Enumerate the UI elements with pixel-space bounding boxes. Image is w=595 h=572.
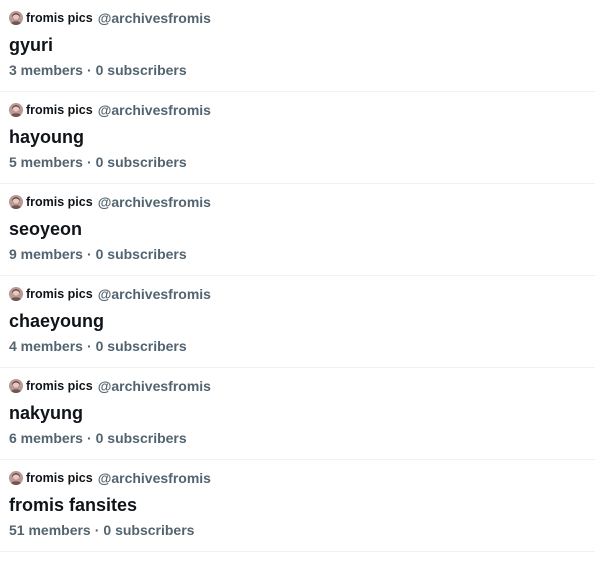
avatar-icon[interactable] [9,195,23,209]
owner-handle[interactable]: @archivesfromis [98,102,211,118]
subscribers-count: 0 subscribers [95,338,187,354]
list-owner: fromis pics @archivesfromis [9,10,595,26]
members-count: 9 members [9,246,83,262]
list-item[interactable]: fromis pics @archivesfromis gyuri 3 memb… [0,0,595,92]
members-count: 6 members [9,430,83,446]
list-item[interactable]: fromis pics @archivesfromis fromis fansi… [0,460,595,552]
avatar-icon[interactable] [9,471,23,485]
separator-dot: · [86,246,92,262]
members-count: 5 members [9,154,83,170]
lists-list: fromis pics @archivesfromis gyuri 3 memb… [0,0,595,552]
list-owner: fromis pics @archivesfromis [9,470,595,486]
members-count: 4 members [9,338,83,354]
owner-handle[interactable]: @archivesfromis [98,194,211,210]
list-name[interactable]: gyuri [9,34,595,56]
subscribers-count: 0 subscribers [103,522,195,538]
separator-dot: · [86,154,92,170]
list-stats: 3 members · 0 subscribers [9,61,595,79]
list-stats: 4 members · 0 subscribers [9,337,595,355]
list-stats: 5 members · 0 subscribers [9,153,595,171]
owner-handle[interactable]: @archivesfromis [98,10,211,26]
list-name[interactable]: fromis fansites [9,494,595,516]
owner-name[interactable]: fromis pics [26,470,93,486]
owner-name[interactable]: fromis pics [26,286,93,302]
owner-handle[interactable]: @archivesfromis [98,378,211,394]
avatar-icon[interactable] [9,379,23,393]
separator-dot: · [86,62,92,78]
subscribers-count: 0 subscribers [95,246,187,262]
separator-dot: · [86,338,92,354]
members-count: 3 members [9,62,83,78]
list-item[interactable]: fromis pics @archivesfromis nakyung 6 me… [0,368,595,460]
subscribers-count: 0 subscribers [95,62,187,78]
list-owner: fromis pics @archivesfromis [9,194,595,210]
list-item[interactable]: fromis pics @archivesfromis hayoung 5 me… [0,92,595,184]
list-name[interactable]: seoyeon [9,218,595,240]
list-stats: 51 members · 0 subscribers [9,521,595,539]
owner-name[interactable]: fromis pics [26,378,93,394]
list-stats: 9 members · 0 subscribers [9,245,595,263]
owner-handle[interactable]: @archivesfromis [98,470,211,486]
list-name[interactable]: hayoung [9,126,595,148]
list-owner: fromis pics @archivesfromis [9,286,595,302]
separator-dot: · [86,430,92,446]
list-owner: fromis pics @archivesfromis [9,102,595,118]
list-name[interactable]: nakyung [9,402,595,424]
owner-handle[interactable]: @archivesfromis [98,286,211,302]
list-item[interactable]: fromis pics @archivesfromis chaeyoung 4 … [0,276,595,368]
avatar-icon[interactable] [9,103,23,117]
owner-name[interactable]: fromis pics [26,102,93,118]
subscribers-count: 0 subscribers [95,430,187,446]
avatar-icon[interactable] [9,11,23,25]
avatar-icon[interactable] [9,287,23,301]
members-count: 51 members [9,522,91,538]
owner-name[interactable]: fromis pics [26,10,93,26]
owner-name[interactable]: fromis pics [26,194,93,210]
list-item[interactable]: fromis pics @archivesfromis seoyeon 9 me… [0,184,595,276]
subscribers-count: 0 subscribers [95,154,187,170]
separator-dot: · [94,522,100,538]
list-name[interactable]: chaeyoung [9,310,595,332]
list-owner: fromis pics @archivesfromis [9,378,595,394]
list-stats: 6 members · 0 subscribers [9,429,595,447]
